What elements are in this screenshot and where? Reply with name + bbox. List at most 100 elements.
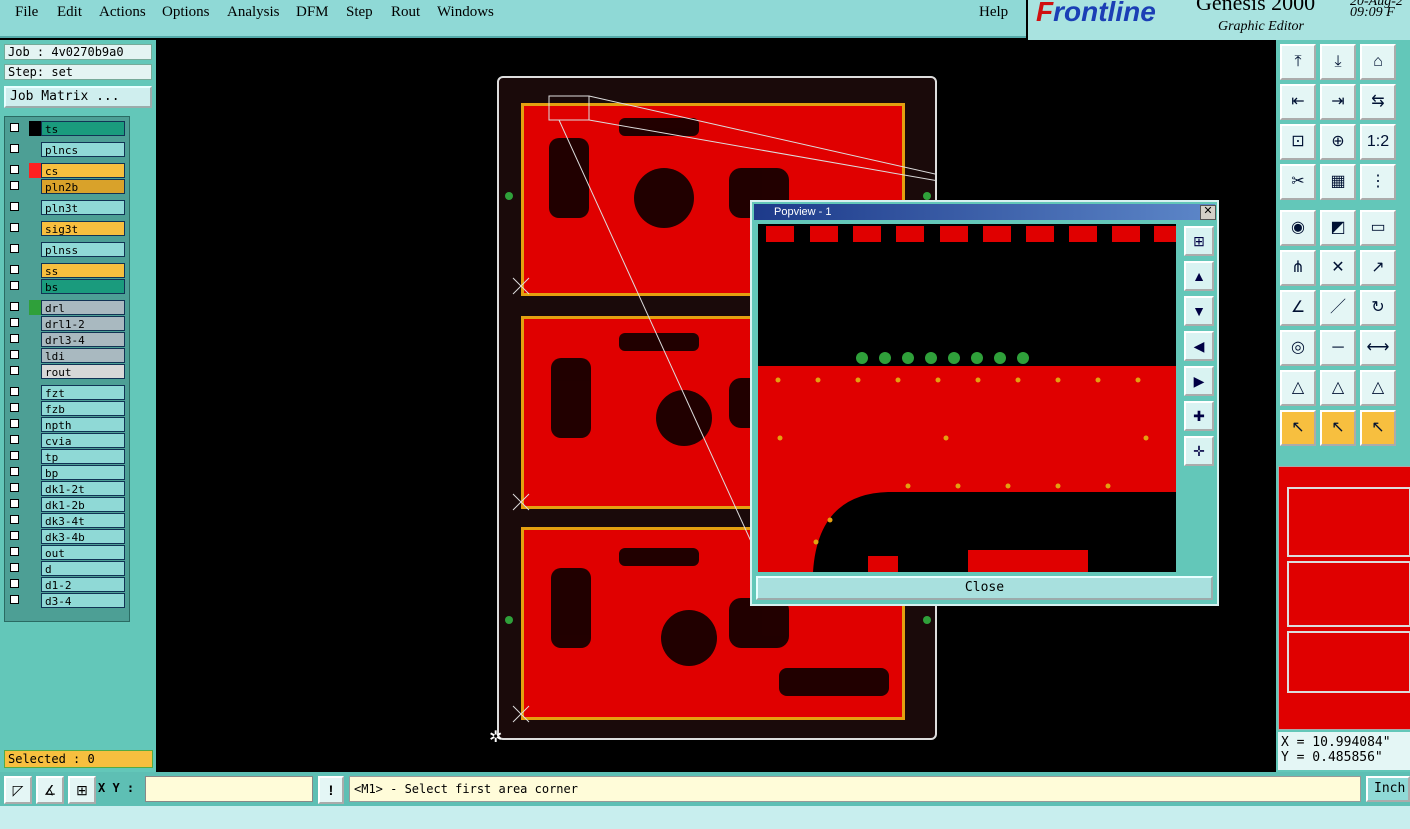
menu-dfm[interactable]: DFM — [296, 4, 329, 21]
layer-row-ldi[interactable]: ldi — [7, 348, 125, 363]
popview-canvas[interactable] — [758, 224, 1176, 572]
layer-row-ss[interactable]: ss — [7, 263, 125, 278]
menu-actions[interactable]: Actions — [99, 4, 146, 21]
pan-right-icon[interactable]: ⇥ — [1320, 84, 1356, 120]
layer-row-pln2b[interactable]: pln2b — [7, 179, 125, 194]
layer-checkbox[interactable] — [10, 123, 19, 132]
angle-icon[interactable]: ∠ — [1280, 290, 1316, 326]
layer-row-fzt[interactable]: fzt — [7, 385, 125, 400]
select-layer-icon[interactable]: ◩ — [1320, 210, 1356, 246]
zoom-page-icon[interactable]: ⤒ — [1280, 44, 1316, 80]
layer-checkbox[interactable] — [10, 451, 19, 460]
target-icon[interactable]: ◎ — [1280, 330, 1316, 366]
units-button[interactable]: Inch — [1366, 776, 1410, 802]
popview-pan-left-button[interactable]: ◀ — [1184, 331, 1214, 361]
popview-pan-right-button[interactable]: ▶ — [1184, 366, 1214, 396]
angle-icon[interactable]: ∡ — [36, 776, 64, 804]
layer-checkbox[interactable] — [10, 318, 19, 327]
layer-checkbox[interactable] — [10, 595, 19, 604]
layer-row-drl1-2[interactable]: drl1-2 — [7, 316, 125, 331]
layer-row-out[interactable]: out — [7, 545, 125, 560]
layer-checkbox[interactable] — [10, 181, 19, 190]
layer-checkbox[interactable] — [10, 435, 19, 444]
ruler-icon[interactable]: ▭ — [1360, 210, 1396, 246]
layer-row-plncs[interactable]: plncs — [7, 142, 125, 157]
grid-snap-icon[interactable]: ⊞ — [68, 776, 96, 804]
layer-row-npth[interactable]: npth — [7, 417, 125, 432]
measure-icon[interactable]: ◸ — [4, 776, 32, 804]
menu-edit[interactable]: Edit — [57, 4, 82, 21]
line-icon[interactable]: ／ — [1320, 290, 1356, 326]
layer-row-cs[interactable]: cs — [7, 163, 125, 178]
connect-icon[interactable]: ⋔ — [1280, 250, 1316, 286]
layer-checkbox[interactable] — [10, 334, 19, 343]
layer-row-drl[interactable]: drl — [7, 300, 125, 315]
layer-row-d3-4[interactable]: d3-4 — [7, 593, 125, 608]
overview-map[interactable] — [1278, 466, 1410, 730]
layer-checkbox[interactable] — [10, 350, 19, 359]
move-icon[interactable]: ↗ — [1360, 250, 1396, 286]
select-pad-icon[interactable]: ◉ — [1280, 210, 1316, 246]
layer-checkbox[interactable] — [10, 403, 19, 412]
menu-analysis[interactable]: Analysis — [227, 4, 280, 21]
layer-row-tp[interactable]: tp — [7, 449, 125, 464]
pointer-icon[interactable]: ↖ — [1280, 410, 1316, 446]
layer-row-dk3-4b[interactable]: dk3-4b — [7, 529, 125, 544]
line-h-icon[interactable]: ─ — [1320, 330, 1356, 366]
layer-checkbox[interactable] — [10, 563, 19, 572]
layer-checkbox[interactable] — [10, 244, 19, 253]
zoom-area-icon[interactable]: ⤓ — [1320, 44, 1356, 80]
layer-row-drl3-4[interactable]: drl3-4 — [7, 332, 125, 347]
popview-zoom-in-button[interactable]: ✚ — [1184, 401, 1214, 431]
popview-zoom-out-button[interactable]: ✛ — [1184, 436, 1214, 466]
layer-checkbox[interactable] — [10, 302, 19, 311]
menu-windows[interactable]: Windows — [437, 4, 494, 21]
layer-row-fzb[interactable]: fzb — [7, 401, 125, 416]
layer-checkbox[interactable] — [10, 467, 19, 476]
fit-icon[interactable]: ⊡ — [1280, 124, 1316, 160]
layer-checkbox[interactable] — [10, 387, 19, 396]
layer-row-bs[interactable]: bs — [7, 279, 125, 294]
layer-checkbox[interactable] — [10, 579, 19, 588]
home-icon[interactable]: ⌂ — [1360, 44, 1396, 80]
snap-icon[interactable]: ⋮ — [1360, 164, 1396, 200]
layer-row-rout[interactable]: rout — [7, 364, 125, 379]
popview-pan-up-button[interactable]: ▲ — [1184, 261, 1214, 291]
layer-row-bp[interactable]: bp — [7, 465, 125, 480]
layer-checkbox[interactable] — [10, 515, 19, 524]
popview-zoom-home-button[interactable]: ⊞ — [1184, 226, 1214, 256]
pointer-area-icon[interactable]: ↖ — [1360, 410, 1396, 446]
layer-checkbox[interactable] — [10, 366, 19, 375]
layer-row-dk3-4t[interactable]: dk3-4t — [7, 513, 125, 528]
delete-icon[interactable]: ✕ — [1320, 250, 1356, 286]
layer-checkbox[interactable] — [10, 202, 19, 211]
layer-checkbox[interactable] — [10, 419, 19, 428]
layer-checkbox[interactable] — [10, 144, 19, 153]
layer-checkbox[interactable] — [10, 165, 19, 174]
layer-row-cvia[interactable]: cvia — [7, 433, 125, 448]
menu-rout[interactable]: Rout — [391, 4, 420, 21]
layer-row-sig3t[interactable]: sig3t — [7, 221, 125, 236]
popview-pan-down-button[interactable]: ▼ — [1184, 296, 1214, 326]
layer-checkbox[interactable] — [10, 223, 19, 232]
menu-step[interactable]: Step — [346, 4, 373, 21]
layer-checkbox[interactable] — [10, 483, 19, 492]
pan-both-icon[interactable]: ⇆ — [1360, 84, 1396, 120]
pan-left-icon[interactable]: ⇤ — [1280, 84, 1316, 120]
grid-icon[interactable]: ▦ — [1320, 164, 1356, 200]
layer-checkbox[interactable] — [10, 531, 19, 540]
layer-checkbox[interactable] — [10, 281, 19, 290]
pointer-select-icon[interactable]: ↖ — [1320, 410, 1356, 446]
menu-options[interactable]: Options — [162, 4, 210, 21]
menu-file[interactable]: File — [15, 4, 38, 21]
layer-row-d1-2[interactable]: d1-2 — [7, 577, 125, 592]
cut-icon[interactable]: ✂ — [1280, 164, 1316, 200]
layer-checkbox[interactable] — [10, 499, 19, 508]
alert-icon[interactable]: ! — [318, 776, 344, 804]
layer-row-pln3t[interactable]: pln3t — [7, 200, 125, 215]
menu-help[interactable]: Help — [979, 4, 1008, 21]
layer-row-dk1-2b[interactable]: dk1-2b — [7, 497, 125, 512]
layer-row-dk1-2t[interactable]: dk1-2t — [7, 481, 125, 496]
center-icon[interactable]: ⊕ — [1320, 124, 1356, 160]
popview-close-button[interactable]: Close — [756, 576, 1213, 600]
